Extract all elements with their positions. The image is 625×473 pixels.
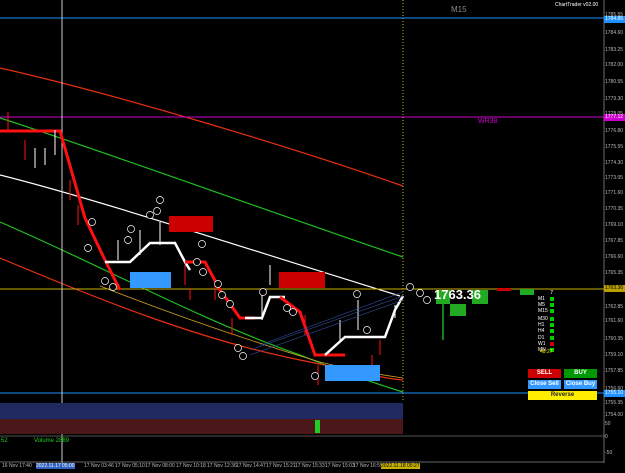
lower-line-tag: 1755.10 xyxy=(604,390,625,397)
time-axis-label: 17 Nov 15:33 xyxy=(295,463,325,469)
price-chart[interactable] xyxy=(0,0,625,473)
supply-zone-2 xyxy=(279,272,325,288)
demand-zone-1 xyxy=(130,272,171,288)
time-axis-label: 17 Nov 10:18 xyxy=(176,463,206,469)
price-tick: 1760.35 xyxy=(605,336,624,342)
price-tick: 1779.30 xyxy=(605,96,624,102)
price-tick: 1774.30 xyxy=(605,160,624,166)
close-buy-button[interactable]: Close Buy xyxy=(564,380,597,389)
trend-indicator-square xyxy=(550,309,554,313)
time-axis-label: 17 Nov 15:21 xyxy=(266,463,296,469)
price-tick: 1773.05 xyxy=(605,175,624,181)
price-tick: 1776.80 xyxy=(605,128,624,134)
time-axis-label: 17 Nov 12:36 xyxy=(207,463,237,469)
time-axis-label: 17 Nov 03:46 xyxy=(84,463,114,469)
price-tick: 1770.35 xyxy=(605,206,624,212)
time-axis-label: 17 Nov 16:59 xyxy=(353,463,383,469)
price-tick: 1754.00 xyxy=(605,412,624,418)
demand-zone-2 xyxy=(325,365,380,381)
countdown-timer: 48:27 xyxy=(540,349,553,355)
red-ma-upper xyxy=(0,67,404,187)
time-axis-label: 17 Nov 15:03 xyxy=(325,463,355,469)
mini-bar xyxy=(497,288,511,291)
price-tick: -50 xyxy=(605,450,613,456)
price-tick: 1755.35 xyxy=(605,400,624,406)
close-sell-button[interactable]: Close Sell xyxy=(528,380,561,389)
price-tick: 1762.85 xyxy=(605,304,624,310)
price-tick: 1780.55 xyxy=(605,79,624,85)
price-tick: 1767.85 xyxy=(605,238,624,244)
price-tick: 1783.25 xyxy=(605,47,624,53)
countdown-top: 7 xyxy=(550,290,554,296)
volume-spike xyxy=(315,420,320,433)
timeframe-watermark: M15 xyxy=(451,5,467,14)
price-tick: 1782.00 xyxy=(605,62,624,68)
time-axis-label: 2022.11.18 05:27 xyxy=(381,463,420,469)
timeframe-label: H4 xyxy=(538,328,545,334)
window-title: ChartTrader v02.00 xyxy=(555,2,599,8)
trend-indicator-square xyxy=(550,303,554,307)
price-tick: 1765.35 xyxy=(605,270,624,276)
trend-indicator-square xyxy=(550,297,554,301)
price-tick: 1759.10 xyxy=(605,352,624,358)
upper-line-tag: 1784.85 xyxy=(604,16,625,23)
time-axis-label: 17 Nov 08:00 xyxy=(145,463,175,469)
trend-indicator-square xyxy=(550,323,554,327)
zigzag-up-3 xyxy=(324,295,405,356)
time-axis-label: 17 Nov 05:10 xyxy=(115,463,145,469)
current-price-tag: 1763.36 xyxy=(604,285,625,292)
trend-indicator-square xyxy=(550,336,554,340)
time-axis-label: 2022.11.17 05:00 xyxy=(36,463,75,469)
zigzag-up-2 xyxy=(245,295,285,320)
volume-value: 52 xyxy=(1,438,8,444)
timeframe-label: M15 xyxy=(538,308,548,314)
red-ma-lower xyxy=(0,257,404,381)
orange-ma xyxy=(99,285,404,379)
sell-button[interactable]: SELL xyxy=(528,369,561,378)
price-tick: 1761.60 xyxy=(605,318,624,324)
price-tick: 1775.55 xyxy=(605,144,624,150)
trend-indicator-square xyxy=(550,342,554,346)
live-candle-body xyxy=(450,304,466,316)
reverse-button[interactable]: Reverse xyxy=(528,391,597,400)
time-axis-label: 17 Nov 14:47 xyxy=(236,463,266,469)
price-tick: 1757.85 xyxy=(605,368,624,374)
time-axis-label: 16 Nov 17:40 xyxy=(2,463,32,469)
volume-panel-bottom xyxy=(0,419,403,434)
price-tick: 1769.10 xyxy=(605,222,624,228)
big-price-label: 1763.36 xyxy=(434,287,481,302)
trend-indicator-square xyxy=(550,329,554,333)
live-candle-3 xyxy=(520,289,534,295)
price-tick: 0 xyxy=(605,434,608,440)
volume-panel-top xyxy=(0,403,403,419)
buy-button[interactable]: BUY xyxy=(564,369,597,378)
price-tick: 1766.60 xyxy=(605,254,624,260)
wr38-tag: 1777.12 xyxy=(604,114,625,121)
price-tick: 50 xyxy=(605,421,611,427)
price-tick: 1771.60 xyxy=(605,190,624,196)
green-ma-upper xyxy=(0,117,404,258)
volume-label: Volume 2889 xyxy=(34,438,70,444)
wr38-label: WR38 xyxy=(478,118,498,125)
trend-indicator-square xyxy=(550,317,554,321)
supply-zone-1 xyxy=(169,216,213,232)
zigzag-down-2 xyxy=(185,260,255,320)
price-tick: 1784.60 xyxy=(605,30,624,36)
